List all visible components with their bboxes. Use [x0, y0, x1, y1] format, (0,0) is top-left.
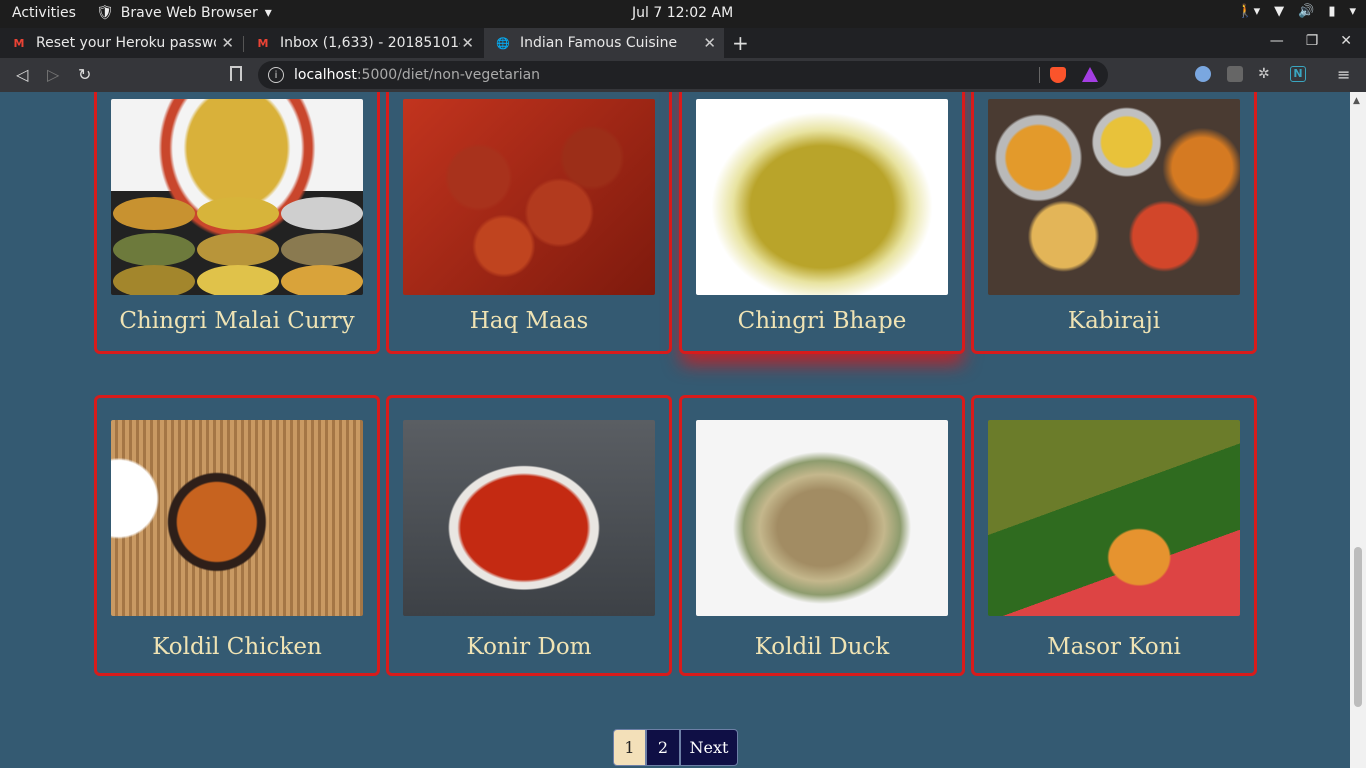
restore-icon[interactable]: ❐: [1306, 33, 1319, 49]
tab-indian-famous-cuisine[interactable]: 🌐 Indian Famous Cuisine ✕: [484, 28, 724, 58]
url-host: localhost: [294, 67, 357, 83]
dish-card[interactable]: Koldil Chicken: [94, 395, 380, 676]
browser-toolbar: ◁ ▷ ↻ i localhost :5000/diet/non-vegetar…: [0, 58, 1366, 92]
minimize-icon[interactable]: —: [1270, 33, 1284, 49]
window-controls: — ❐ ✕: [1270, 33, 1352, 49]
notion-extension-icon[interactable]: N: [1290, 66, 1306, 82]
page-content: Chingri Malai Curry Haq Maas Chingri Bha…: [0, 92, 1350, 768]
page-2-button[interactable]: 2: [646, 729, 680, 766]
dish-image: [111, 420, 363, 616]
dish-image: [988, 99, 1240, 295]
bookmark-icon[interactable]: [230, 66, 242, 81]
brave-lion-icon: 🛡: [96, 5, 114, 21]
page-1-button[interactable]: 1: [613, 729, 646, 766]
dish-title: Kabiraji: [1067, 308, 1161, 334]
site-info-icon[interactable]: i: [268, 67, 284, 83]
page-scrollbar[interactable]: ▲: [1350, 92, 1366, 768]
dish-card[interactable]: Haq Maas: [386, 92, 672, 354]
forward-button[interactable]: ▷: [47, 65, 59, 84]
globe-icon: 🌐: [496, 36, 510, 50]
chevron-down-icon: ▾: [264, 5, 272, 21]
dish-image: [696, 99, 948, 295]
reload-button[interactable]: ↻: [78, 65, 91, 84]
system-tray[interactable]: 🚶▾ ▼ 🔊 ▮ ▾: [1237, 4, 1356, 19]
tab-strip: M Reset your Heroku passwo ✕ M Inbox (1,…: [0, 28, 1366, 58]
dish-image: [988, 420, 1240, 616]
dish-image: [403, 99, 655, 295]
dish-image: [696, 420, 948, 616]
tab-title: Indian Famous Cuisine: [520, 35, 678, 51]
activities-button[interactable]: Activities: [12, 5, 76, 21]
brave-shields-icon[interactable]: [1050, 67, 1066, 83]
dish-card[interactable]: Masor Koni: [971, 395, 1257, 676]
close-window-icon[interactable]: ✕: [1340, 33, 1352, 49]
next-page-button[interactable]: Next: [680, 729, 738, 766]
urlbar-divider: [1039, 67, 1040, 83]
dish-title: Masor Koni: [1047, 634, 1181, 660]
dish-title: Chingri Bhape: [737, 308, 907, 334]
new-tab-button[interactable]: +: [732, 31, 749, 55]
accessibility-icon[interactable]: 🚶▾: [1237, 4, 1260, 19]
clock[interactable]: Jul 7 12:02 AM: [632, 5, 733, 21]
menu-icon[interactable]: ≡: [1337, 65, 1350, 84]
close-icon[interactable]: ✕: [221, 34, 234, 52]
tab-heroku-reset[interactable]: M Reset your Heroku passwo ✕: [0, 28, 242, 58]
dish-title: Konir Dom: [466, 634, 592, 660]
dish-card[interactable]: Chingri Malai Curry: [94, 92, 380, 354]
app-menu[interactable]: 🛡 Brave Web Browser ▾: [96, 5, 272, 21]
url-path: :5000/diet/non-vegetarian: [356, 67, 541, 83]
gmail-icon: M: [257, 36, 269, 50]
close-icon[interactable]: ✕: [461, 34, 474, 52]
close-icon[interactable]: ✕: [703, 34, 716, 52]
dish-card[interactable]: Koldil Duck: [679, 395, 965, 676]
app-name: Brave Web Browser: [120, 5, 258, 21]
dish-title: Chingri Malai Curry: [119, 308, 355, 334]
tab-inbox[interactable]: M Inbox (1,633) - 201851014@ ✕: [244, 28, 482, 58]
dish-title: Haq Maas: [469, 308, 589, 334]
scrollbar-thumb[interactable]: [1354, 547, 1362, 707]
tab-title: Inbox (1,633) - 201851014@: [280, 35, 460, 51]
extension-icon[interactable]: [1195, 66, 1211, 82]
back-button[interactable]: ◁: [16, 65, 28, 84]
extension-icon[interactable]: [1227, 66, 1243, 82]
tab-title: Reset your Heroku passwo: [36, 35, 216, 51]
brave-rewards-icon[interactable]: [1082, 67, 1098, 82]
dish-image: [111, 99, 363, 295]
volume-icon: 🔊: [1298, 4, 1315, 19]
wifi-icon: ▼: [1274, 4, 1285, 19]
pagination: 1 2 Next: [613, 729, 738, 766]
battery-icon: ▮: [1328, 4, 1336, 19]
dish-image: [403, 420, 655, 616]
cursor-extension-icon[interactable]: ✲: [1258, 66, 1274, 82]
dish-card[interactable]: Kabiraji: [971, 92, 1257, 354]
gmail-icon: M: [13, 36, 25, 50]
chevron-down-icon: ▾: [1349, 4, 1356, 19]
dish-title: Koldil Duck: [754, 634, 890, 660]
dish-title: Koldil Chicken: [152, 634, 322, 660]
scroll-up-arrow-icon[interactable]: ▲: [1353, 96, 1360, 106]
dish-card[interactable]: Chingri Bhape: [679, 92, 965, 354]
system-top-bar: Activities 🛡 Brave Web Browser ▾ Jul 7 1…: [0, 0, 1366, 28]
address-bar[interactable]: i localhost :5000/diet/non-vegetarian: [258, 61, 1108, 89]
dish-card[interactable]: Konir Dom: [386, 395, 672, 676]
